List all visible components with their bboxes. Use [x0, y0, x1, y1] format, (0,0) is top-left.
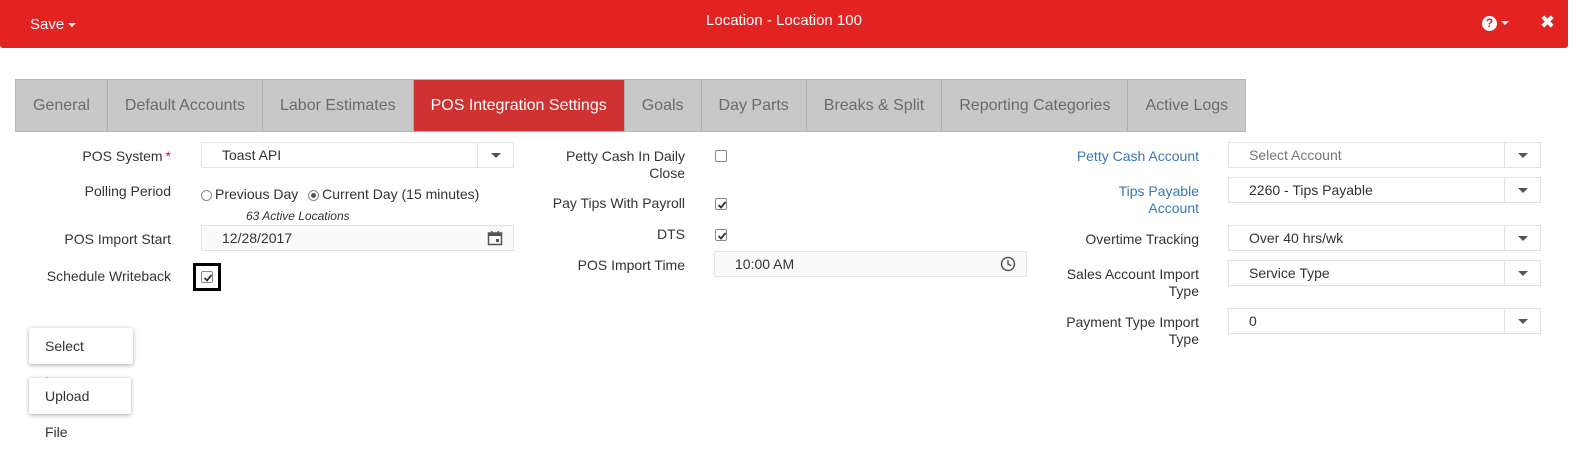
- radio-current-day-label: Current Day (15 minutes): [322, 186, 480, 202]
- pos-import-time-input[interactable]: 10:00 AM: [714, 251, 1027, 277]
- pos-import-start-value: 12/28/2017: [222, 230, 293, 246]
- help-dropdown-button[interactable]: ?: [1482, 14, 1509, 31]
- dts-checkbox[interactable]: [715, 229, 727, 241]
- active-locations-note: 63 Active Locations: [246, 209, 350, 223]
- tab-bar: General Default Accounts Labor Estimates…: [15, 79, 1247, 132]
- radio-icon: [201, 189, 212, 201]
- calendar-icon[interactable]: [487, 230, 503, 246]
- dts-label: DTS: [657, 226, 685, 242]
- payment-import-label-line2: Type: [1168, 331, 1199, 347]
- chevron-down-icon: [477, 143, 513, 167]
- payment-import-label-line1: Payment Type Import: [1066, 314, 1199, 330]
- overtime-tracking-label: Overtime Tracking: [1085, 231, 1199, 247]
- petty-cash-daily-close-label: Petty Cash In Daily Close: [520, 148, 685, 182]
- pos-import-time-label: POS Import Time: [577, 257, 685, 273]
- pos-system-select[interactable]: Toast API: [201, 142, 514, 168]
- clock-icon[interactable]: [1000, 256, 1016, 272]
- chevron-down-icon: [1504, 226, 1540, 250]
- pay-tips-with-payroll-label: Pay Tips With Payroll: [552, 195, 685, 211]
- schedule-writeback-checkbox[interactable]: [201, 271, 213, 283]
- tab-labor-estimates[interactable]: Labor Estimates: [263, 80, 414, 131]
- pay-tips-with-payroll-checkbox[interactable]: [715, 198, 727, 210]
- radio-current-day[interactable]: Current Day (15 minutes): [308, 186, 479, 202]
- petty-cash-daily-close-checkbox[interactable]: [715, 150, 727, 162]
- top-bar: Save Location - Location 100 ? ✖: [0, 0, 1568, 48]
- select-logo-button[interactable]: Select Logo: [29, 328, 133, 390]
- pos-import-time-value: 10:00 AM: [735, 256, 795, 272]
- upload-file-button[interactable]: Upload File: [29, 378, 131, 440]
- pos-import-start-input[interactable]: 12/28/2017: [201, 225, 514, 251]
- check-icon: [717, 232, 727, 240]
- chevron-down-icon: [1504, 261, 1540, 285]
- chevron-down-icon: [1504, 143, 1540, 167]
- petty-cash-account-placeholder: Select Account: [1249, 147, 1342, 163]
- petty-cash-account-label[interactable]: Petty Cash Account: [1040, 148, 1199, 165]
- overtime-tracking-value: Over 40 hrs/wk: [1249, 230, 1344, 246]
- tab-pos-integration-settings[interactable]: POS Integration Settings: [413, 80, 625, 131]
- help-icon: ?: [1482, 15, 1497, 31]
- tab-active-logs[interactable]: Active Logs: [1128, 80, 1246, 131]
- sales-import-label-line1: Sales Account Import: [1066, 266, 1199, 282]
- polling-period-label: Polling Period: [84, 183, 171, 199]
- chevron-down-icon: [1504, 309, 1540, 333]
- tab-default-accounts[interactable]: Default Accounts: [107, 80, 263, 131]
- tab-goals[interactable]: Goals: [624, 80, 702, 131]
- sales-import-label-line2: Type: [1168, 283, 1199, 299]
- tab-breaks-split[interactable]: Breaks & Split: [806, 80, 943, 131]
- tab-day-parts[interactable]: Day Parts: [701, 80, 807, 131]
- payment-type-import-type-label: Payment Type Import Type: [1040, 314, 1199, 348]
- radio-previous-day-label: Previous Day: [215, 186, 299, 202]
- tips-payable-account-label[interactable]: Tips Payable Account: [1040, 183, 1199, 217]
- tips-payable-value: 2260 - Tips Payable: [1249, 182, 1373, 198]
- tips-payable-label-line2: Account: [1148, 200, 1199, 216]
- radio-selected-icon: [308, 189, 320, 201]
- chevron-down-icon: [1504, 178, 1540, 202]
- overtime-tracking-select[interactable]: Over 40 hrs/wk: [1228, 225, 1541, 251]
- tips-payable-account-select[interactable]: 2260 - Tips Payable: [1228, 177, 1541, 203]
- schedule-writeback-label: Schedule Writeback: [46, 268, 171, 284]
- pos-system-value: Toast API: [222, 147, 282, 163]
- check-icon: [203, 274, 213, 282]
- petty-cash-account-select[interactable]: Select Account: [1228, 142, 1541, 168]
- tips-payable-label-line1: Tips Payable: [1118, 183, 1199, 199]
- close-icon[interactable]: ✖: [1540, 12, 1555, 33]
- payment-import-value: 0: [1249, 313, 1257, 329]
- sales-account-import-type-label: Sales Account Import Type: [1040, 266, 1199, 300]
- radio-previous-day[interactable]: Previous Day: [201, 186, 298, 202]
- payment-type-import-type-select[interactable]: 0: [1228, 308, 1541, 334]
- pos-system-label-text: POS System: [82, 148, 163, 164]
- page-title: Location - Location 100: [706, 12, 862, 29]
- caret-down-icon: [1501, 21, 1509, 26]
- tab-reporting-categories[interactable]: Reporting Categories: [942, 80, 1129, 131]
- pos-import-start-label: POS Import Start: [64, 231, 171, 247]
- required-marker: *: [165, 148, 171, 164]
- petty-cash-label-line2: Close: [649, 165, 685, 181]
- tab-general[interactable]: General: [16, 80, 108, 131]
- sales-account-import-type-select[interactable]: Service Type: [1228, 260, 1541, 286]
- petty-cash-label-line1: Petty Cash In Daily: [565, 148, 685, 164]
- check-icon: [717, 201, 727, 209]
- pos-system-label: POS System *: [40, 148, 171, 165]
- sales-import-value: Service Type: [1249, 265, 1330, 281]
- polling-period-radios: Previous Day Current Day (15 minutes): [201, 186, 479, 202]
